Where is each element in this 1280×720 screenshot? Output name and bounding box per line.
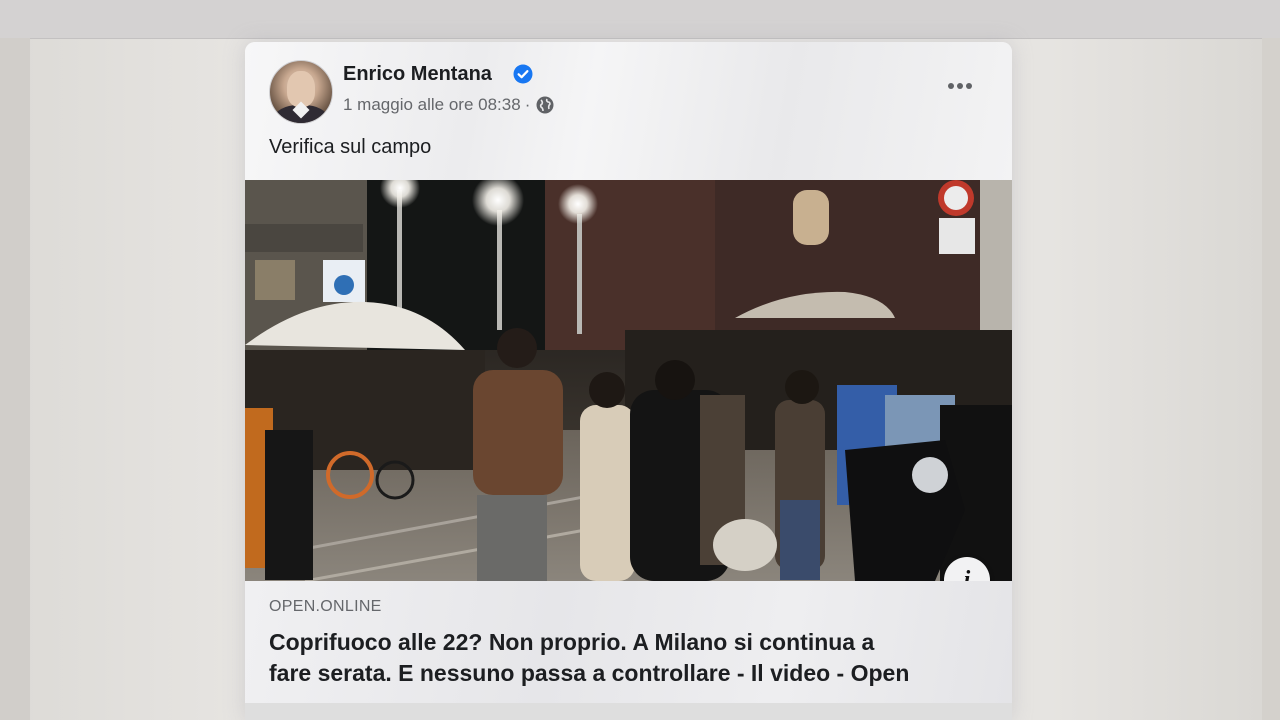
globe-icon[interactable] [536,96,554,114]
more-options-icon[interactable] [945,76,975,96]
link-preview[interactable]: OPEN.ONLINE Coprifuoco alle 22? Non prop… [245,581,1012,703]
right-background [1262,38,1280,720]
post-photo[interactable]: i [245,180,1012,581]
browser-top-bar [0,0,1280,39]
more-dot [957,83,963,89]
post-header: Enrico Mentana 1 maggio alle ore 08:38 ·… [245,42,1012,180]
more-dot [966,83,972,89]
headline-line-1: Coprifuoco alle 22? Non proprio. A Milan… [269,629,875,655]
left-background [0,38,30,720]
post-meta: 1 maggio alle ore 08:38 · [343,95,554,115]
next-section-edge [245,703,1012,720]
meta-separator: · [524,95,531,114]
author-name[interactable]: Enrico Mentana [343,63,492,86]
verified-badge-icon [513,64,533,84]
post-timestamp[interactable]: 1 maggio alle ore 08:38 [343,95,521,115]
facebook-post-card: Enrico Mentana 1 maggio alle ore 08:38 ·… [245,42,1012,720]
more-dot [948,83,954,89]
headline-line-2: fare serata. E nessuno passa a controlla… [269,660,910,686]
post-text: Verifica sul campo [269,136,432,158]
link-domain: OPEN.ONLINE [269,598,382,615]
street-scene-illustration [245,180,1012,581]
author-avatar[interactable] [269,60,333,124]
link-headline[interactable]: Coprifuoco alle 22? Non proprio. A Milan… [269,627,989,689]
